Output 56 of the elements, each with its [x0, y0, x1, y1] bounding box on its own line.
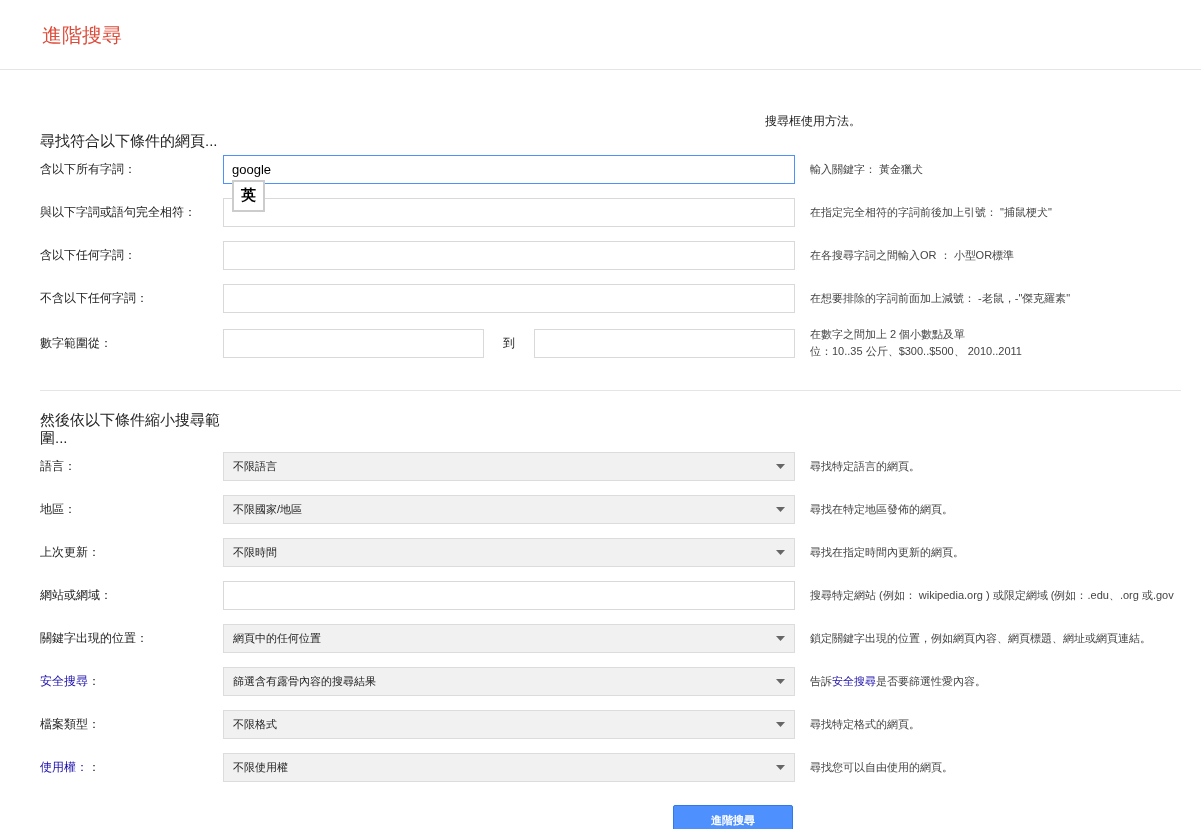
field-label: ：: [88, 673, 100, 690]
field-label: 網站或網域：: [40, 587, 113, 604]
section-heading: 尋找符合以下條件的網頁...: [40, 132, 219, 150]
dropdown-arrow-icon: [776, 764, 785, 770]
field-label: ：: [88, 759, 100, 776]
dropdown-arrow-icon: [776, 721, 785, 727]
text-field[interactable]: [223, 283, 795, 313]
hint-text: 輸入關鍵字： 黃金獵犬: [810, 161, 925, 177]
hint-text: 在想要排除的字詞前面加上減號： -老鼠，-"傑克羅素": [810, 290, 1072, 306]
field-label: 地區：: [40, 501, 77, 518]
dropdown[interactable]: 篩選含有露骨內容的搜尋結果: [223, 666, 795, 696]
help-link[interactable]: 搜尋框使用方法。: [765, 112, 861, 150]
hint-text: 在指定完全相符的字詞前後加上引號： "捕鼠梗犬": [810, 204, 1053, 220]
text-field[interactable]: google: [223, 154, 795, 184]
hint-text: 尋找在指定時間內更新的網頁。: [810, 544, 965, 560]
field-label: 檔案類型：: [40, 716, 101, 733]
field-label: 數字範圍從：: [40, 335, 113, 352]
range-to-field[interactable]: [534, 328, 795, 358]
range-separator: 到: [502, 335, 516, 352]
text-field[interactable]: [223, 580, 795, 610]
hint-link[interactable]: 安全搜尋: [832, 674, 876, 687]
dropdown-arrow-icon: [776, 678, 785, 684]
ime-indicator: 英: [232, 179, 265, 212]
range-from-field[interactable]: [223, 328, 484, 358]
hint-text: 告訴安全搜尋是否要篩選性愛內容。: [810, 673, 987, 689]
text-field[interactable]: [223, 240, 795, 270]
dropdown-arrow-icon: [776, 463, 785, 469]
dropdown[interactable]: 不限使用權: [223, 752, 795, 782]
field-label: 上次更新：: [40, 544, 101, 561]
label-link[interactable]: 安全搜尋: [40, 672, 88, 690]
dropdown[interactable]: 不限語言: [223, 451, 795, 481]
section-heading: 然後依以下條件縮小搜尋範圍...: [40, 411, 220, 447]
hint-text: 搜尋特定網站 (例如： wikipedia.org ) 或限定網域 (例如：.edu、.org 或.gov: [810, 587, 1175, 603]
field-label: 不含以下任何字詞：: [40, 290, 149, 307]
dropdown-arrow-icon: [776, 635, 785, 641]
hint-text: 尋找特定格式的網頁。: [810, 716, 921, 732]
page-title: 進階搜尋: [42, 22, 122, 48]
dropdown[interactable]: 不限時間: [223, 537, 795, 567]
hint-text: 鎖定關鍵字出現的位置，例如網頁內容、網頁標題、網址或網頁連結。: [810, 630, 1152, 646]
field-label: 含以下所有字詞：: [40, 161, 137, 178]
field-label: 語言：: [40, 458, 77, 475]
hint-text: 尋找您可以自由使用的網頁。: [810, 759, 954, 775]
field-label: 關鍵字出現的位置：: [40, 630, 149, 647]
dropdown[interactable]: 不限國家/地區: [223, 494, 795, 524]
dropdown[interactable]: 不限格式: [223, 709, 795, 739]
field-label: 含以下任何字詞：: [40, 247, 137, 264]
dropdown-arrow-icon: [776, 506, 785, 512]
hint-text: 尋找在特定地區發佈的網頁。: [810, 501, 954, 517]
label-link[interactable]: 使用權：: [40, 758, 88, 776]
hint-text: 在數字之間加上 2 個小數點及單: [810, 327, 967, 342]
dropdown[interactable]: 網頁中的任何位置: [223, 623, 795, 653]
hint-text: 尋找特定語言的網頁。: [810, 458, 921, 474]
hint-text: 位：10..35 公斤、$300..$500、 2010..2011: [810, 344, 1023, 359]
hint-text: 在各搜尋字詞之間輸入OR ： 小型OR標準: [810, 247, 1016, 263]
field-label: 與以下字詞或語句完全相符：: [40, 204, 197, 221]
dropdown-arrow-icon: [776, 549, 785, 555]
